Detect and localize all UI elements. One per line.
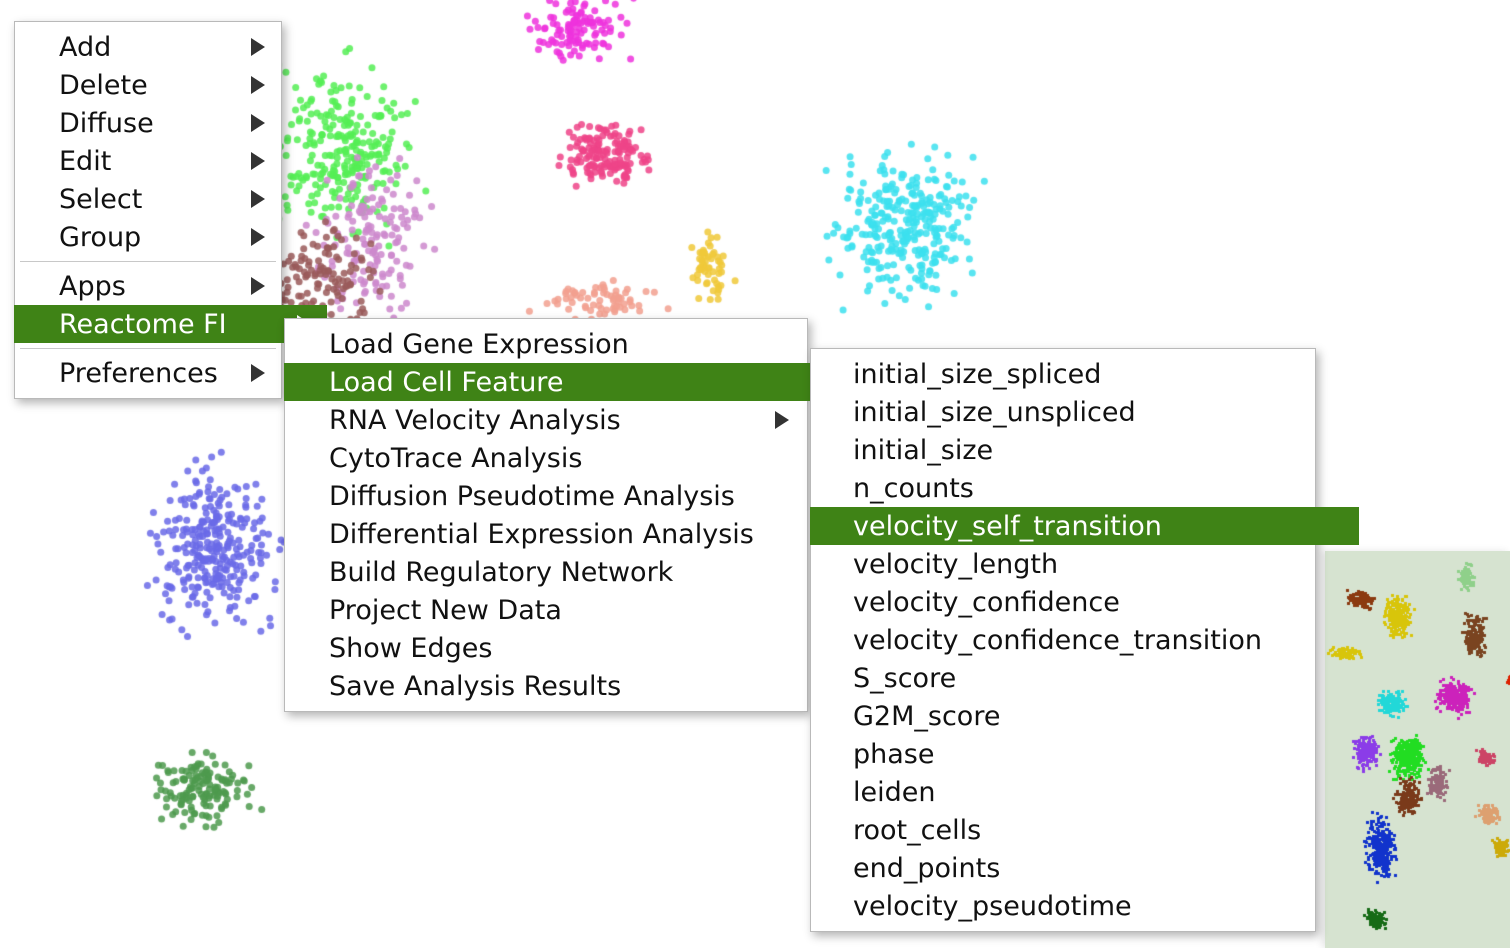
menu-item-label: phase <box>853 738 935 770</box>
menu-item-label: Show Edges <box>329 632 493 664</box>
menu-item-label: initial_size_unspliced <box>853 396 1136 428</box>
menu-item-label: velocity_length <box>853 548 1059 580</box>
menu-item-label: Diffuse <box>59 107 154 139</box>
submenu-arrow-icon <box>251 190 265 208</box>
menu-separator <box>20 348 276 349</box>
menu-item-phase[interactable]: phase <box>811 735 1315 773</box>
menu-item-initial-size-unspliced[interactable]: initial_size_unspliced <box>811 393 1315 431</box>
menu-item-label: Diffusion Pseudotime Analysis <box>329 480 735 512</box>
menu-item-save-analysis-results[interactable]: Save Analysis Results <box>285 667 807 705</box>
menu-item-label: RNA Velocity Analysis <box>329 404 621 436</box>
screenshot-stage: Add Delete Diffuse Edit Select Group Apps React… <box>0 0 1510 948</box>
submenu-arrow-icon <box>775 411 789 429</box>
menu-item-n-counts[interactable]: n_counts <box>811 469 1315 507</box>
menu-item-label: Load Gene Expression <box>329 328 629 360</box>
menu-item-label: initial_size_spliced <box>853 358 1102 390</box>
reactome-fi-submenu[interactable]: Load Gene Expression Load Cell Feature RNA… <box>284 318 853 712</box>
menu-item-label: Project New Data <box>329 594 562 626</box>
submenu-arrow-icon <box>251 76 265 94</box>
menu-item-label: Save Analysis Results <box>329 670 622 702</box>
menu-item-differential-expression-analysis[interactable]: Differential Expression Analysis <box>285 515 807 553</box>
menu-item-label: S_score <box>853 662 957 694</box>
root-context-menu[interactable]: Add Delete Diffuse Edit Select Group Apps React… <box>14 21 327 399</box>
menu-item-label: Edit <box>59 145 112 177</box>
menu-item-label: Group <box>59 221 142 253</box>
menu-item-velocity-confidence-transition[interactable]: velocity_confidence_transition <box>811 621 1315 659</box>
overview-inset-panel[interactable] <box>1325 551 1510 948</box>
submenu-arrow-icon <box>251 277 265 295</box>
menu-item-label: Delete <box>59 69 148 101</box>
menu-item-preferences[interactable]: Preferences <box>15 354 281 392</box>
load-cell-feature-submenu[interactable]: initial_size_spliced initial_size_unsplic… <box>810 348 1359 932</box>
menu-item-label: CytoTrace Analysis <box>329 442 583 474</box>
submenu-arrow-icon <box>251 152 265 170</box>
menu-item-project-new-data[interactable]: Project New Data <box>285 591 807 629</box>
menu-item-leiden[interactable]: leiden <box>811 773 1315 811</box>
menu-item-label: velocity_confidence_transition <box>853 624 1262 656</box>
menu-item-label: end_points <box>853 852 1001 884</box>
menu-item-cytotrace-analysis[interactable]: CytoTrace Analysis <box>285 439 807 477</box>
submenu-arrow-icon <box>251 228 265 246</box>
menu-separator <box>20 261 276 262</box>
menu-item-load-cell-feature[interactable]: Load Cell Feature <box>284 363 853 401</box>
menu-item-label: velocity_confidence <box>853 586 1120 618</box>
submenu-arrow-icon <box>251 114 265 132</box>
menu-item-label: leiden <box>853 776 936 808</box>
menu-item-label: Load Cell Feature <box>329 366 564 398</box>
menu-item-label: Preferences <box>59 357 218 389</box>
menu-item-label: Build Regulatory Network <box>329 556 674 588</box>
menu-item-velocity-confidence[interactable]: velocity_confidence <box>811 583 1315 621</box>
menu-item-label: velocity_self_transition <box>853 510 1162 542</box>
menu-item-build-regulatory-network[interactable]: Build Regulatory Network <box>285 553 807 591</box>
menu-item-label: Reactome FI <box>59 308 227 340</box>
menu-item-label: Apps <box>59 270 126 302</box>
menu-item-initial-size-spliced[interactable]: initial_size_spliced <box>811 355 1315 393</box>
menu-item-label: velocity_pseudotime <box>853 890 1132 922</box>
menu-item-delete[interactable]: Delete <box>15 66 281 104</box>
menu-item-velocity-length[interactable]: velocity_length <box>811 545 1315 583</box>
menu-item-label: Differential Expression Analysis <box>329 518 754 550</box>
menu-item-edit[interactable]: Edit <box>15 142 281 180</box>
menu-item-group[interactable]: Group <box>15 218 281 256</box>
menu-item-show-edges[interactable]: Show Edges <box>285 629 807 667</box>
menu-item-velocity-pseudotime[interactable]: velocity_pseudotime <box>811 887 1315 925</box>
menu-item-label: initial_size <box>853 434 994 466</box>
menu-item-label: Add <box>59 31 112 63</box>
menu-item-initial-size[interactable]: initial_size <box>811 431 1315 469</box>
menu-item-load-gene-expression[interactable]: Load Gene Expression <box>285 325 807 363</box>
menu-item-label: G2M_score <box>853 700 1001 732</box>
menu-item-select[interactable]: Select <box>15 180 281 218</box>
menu-item-diffusion-pseudotime-analysis[interactable]: Diffusion Pseudotime Analysis <box>285 477 807 515</box>
menu-item-root-cells[interactable]: root_cells <box>811 811 1315 849</box>
submenu-arrow-icon <box>251 364 265 382</box>
menu-item-label: Select <box>59 183 143 215</box>
menu-item-add[interactable]: Add <box>15 28 281 66</box>
overview-scatter-canvas[interactable] <box>1325 551 1510 948</box>
submenu-arrow-icon <box>251 38 265 56</box>
menu-item-s-score[interactable]: S_score <box>811 659 1315 697</box>
menu-item-end-points[interactable]: end_points <box>811 849 1315 887</box>
menu-item-reactome-fi[interactable]: Reactome FI <box>14 305 327 343</box>
menu-item-g2m-score[interactable]: G2M_score <box>811 697 1315 735</box>
menu-item-label: n_counts <box>853 472 974 504</box>
menu-item-apps[interactable]: Apps <box>15 267 281 305</box>
menu-item-rna-velocity-analysis[interactable]: RNA Velocity Analysis <box>285 401 807 439</box>
menu-item-velocity-self-transition[interactable]: velocity_self_transition <box>810 507 1359 545</box>
menu-item-diffuse[interactable]: Diffuse <box>15 104 281 142</box>
menu-item-label: root_cells <box>853 814 982 846</box>
